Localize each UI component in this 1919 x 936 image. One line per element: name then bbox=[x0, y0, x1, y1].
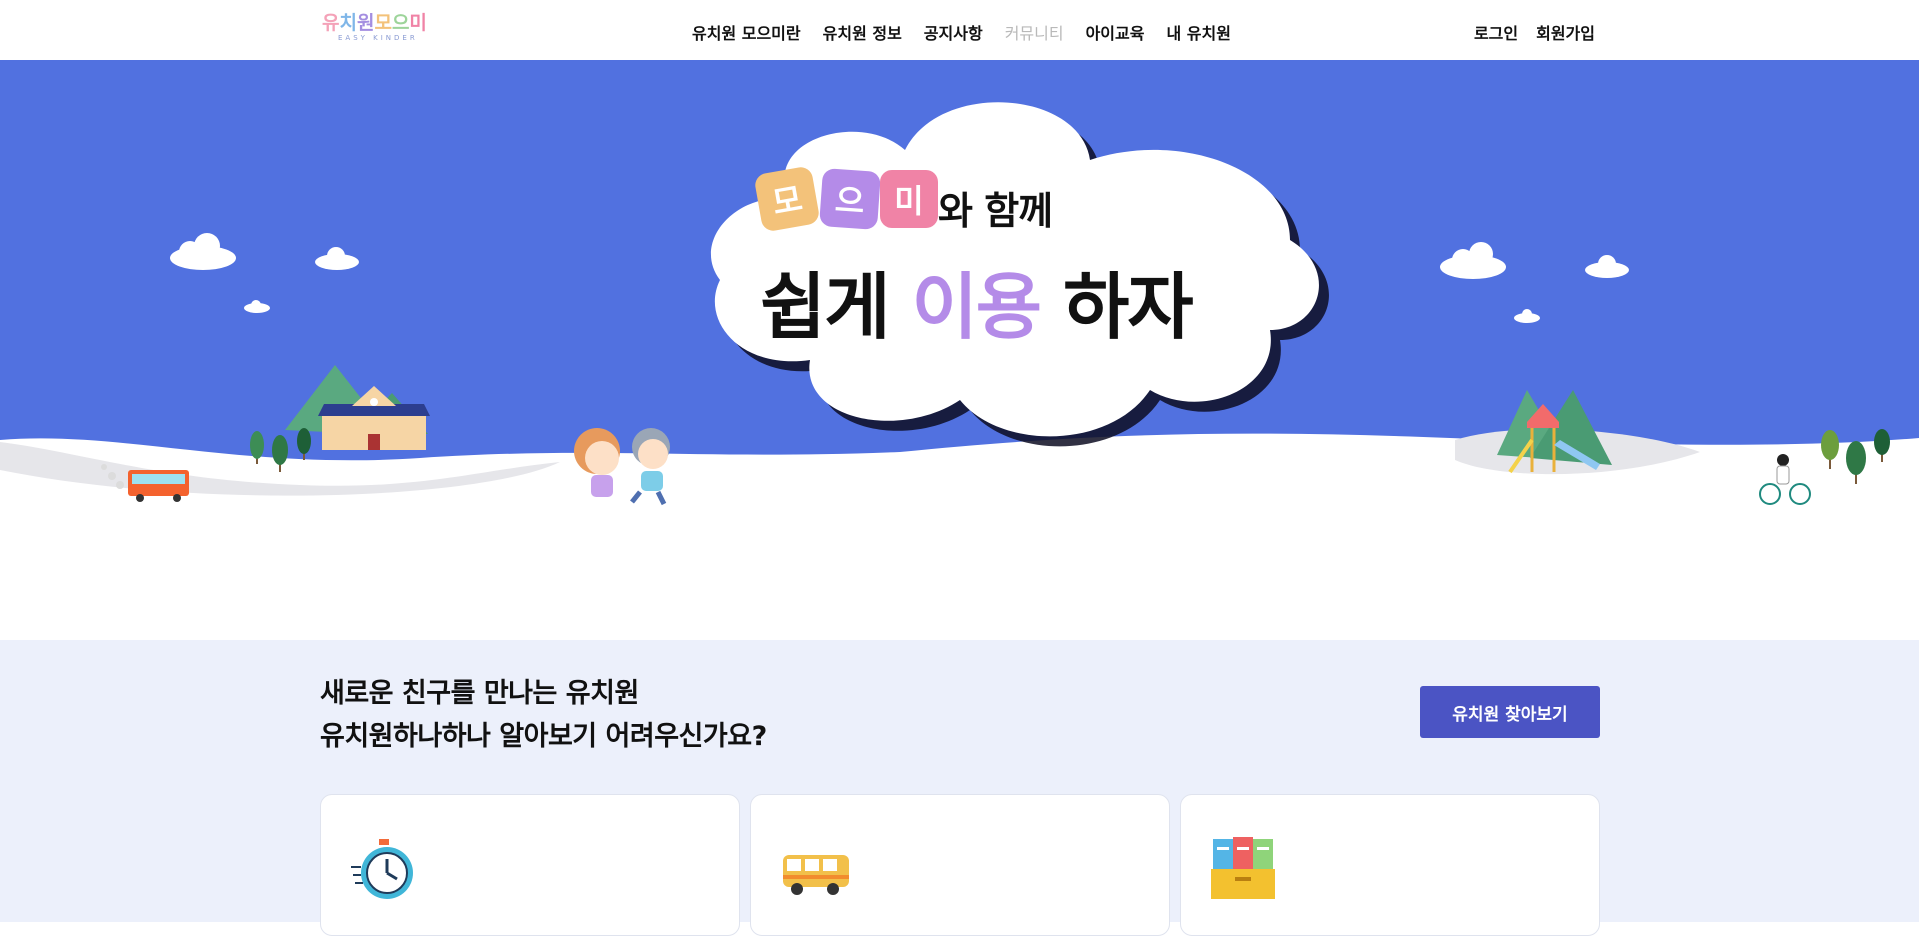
feature-card[interactable] bbox=[1180, 794, 1600, 936]
logo-char: 원 bbox=[356, 12, 375, 34]
nav-item-kinder-info[interactable]: 유치원 정보 bbox=[823, 20, 902, 44]
feature-card[interactable] bbox=[750, 794, 1170, 936]
find-kinder-button[interactable]: 유치원 찾아보기 bbox=[1420, 686, 1600, 738]
hero-tile-eu: 으 bbox=[819, 168, 881, 230]
hero-headline: 쉽게 이용 하자 bbox=[760, 248, 1194, 353]
logo-char: 미 bbox=[409, 12, 427, 34]
nav-item-community[interactable]: 커뮤니티 bbox=[1005, 20, 1064, 44]
section-title: 새로운 친구를 만나는 유치원 유치원하나하나 알아보기 어려우신가요? bbox=[320, 672, 767, 758]
logo-char: 유 bbox=[322, 12, 340, 34]
top-header: 유치원모으미 EASY KINDER 유치원 모으미란 유치원 정보 공지사항 … bbox=[0, 0, 1919, 61]
nav-item-education[interactable]: 아이교육 bbox=[1086, 20, 1145, 44]
logo-char: 치 bbox=[339, 12, 357, 34]
intro-section: 새로운 친구를 만나는 유치원 유치원하나하나 알아보기 어려우신가요? 유치원… bbox=[0, 640, 1919, 936]
site-logo[interactable]: 유치원모으미 EASY KINDER bbox=[322, 8, 450, 50]
document-folders-icon bbox=[1211, 837, 1275, 899]
nav-item-my-kinder[interactable]: 내 유치원 bbox=[1166, 20, 1230, 44]
logo-char: 모 bbox=[374, 12, 392, 34]
logo-subtitle: EASY KINDER bbox=[338, 34, 418, 42]
headline-after: 하자 bbox=[1063, 265, 1193, 349]
school-bus-icon bbox=[783, 855, 849, 895]
login-link[interactable]: 로그인 bbox=[1474, 20, 1518, 44]
headline-before: 쉽게 bbox=[760, 265, 890, 349]
logo-title: 유치원모으미 bbox=[322, 8, 427, 35]
hero-tile-mi: 미 bbox=[880, 170, 938, 228]
feature-card[interactable] bbox=[320, 794, 740, 936]
auth-links: 로그인 회원가입 bbox=[1474, 20, 1595, 44]
stopwatch-icon bbox=[351, 839, 413, 899]
hero-with-text: 와 함께 bbox=[938, 189, 1053, 233]
hero-banner: 모 으 미 와 함께 쉽게 이용 하자 bbox=[0, 60, 1919, 640]
logo-char: 으 bbox=[391, 12, 410, 34]
section-title-line2: 유치원하나하나 알아보기 어려우신가요? bbox=[320, 721, 767, 752]
main-nav: 유치원 모으미란 유치원 정보 공지사항 커뮤니티 아이교육 내 유치원 bbox=[692, 20, 1231, 44]
hero-tile-mo: 모 bbox=[753, 165, 821, 233]
nav-item-about[interactable]: 유치원 모으미란 bbox=[692, 20, 801, 44]
nav-item-notice[interactable]: 공지사항 bbox=[924, 20, 983, 44]
signup-link[interactable]: 회원가입 bbox=[1536, 20, 1595, 44]
section-title-line1: 새로운 친구를 만나는 유치원 bbox=[320, 678, 639, 709]
headline-accent: 이용 bbox=[911, 265, 1042, 349]
